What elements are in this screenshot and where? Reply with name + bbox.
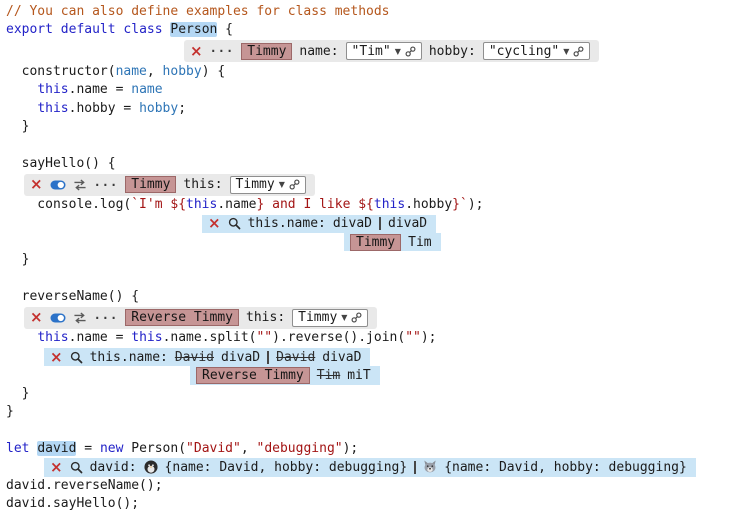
more-options-icon[interactable]: ··· xyxy=(94,178,119,192)
close-icon[interactable]: × xyxy=(30,177,43,192)
value-label: david: xyxy=(90,460,137,475)
code-line: let david = new Person("David", "debuggi… xyxy=(6,440,749,458)
code-line xyxy=(6,421,749,439)
example-widget-sayhello: × ··· Timmy this: Timmy ▼ xyxy=(24,174,315,196)
code-line: reverseName() { xyxy=(6,288,749,306)
old-value: David xyxy=(276,350,315,365)
swap-arrows-icon[interactable] xyxy=(73,312,87,324)
code-line: sayHello() { xyxy=(6,155,749,173)
more-options-icon[interactable]: ··· xyxy=(210,44,235,58)
example-value: Tim xyxy=(408,235,431,250)
swap-arrows-icon[interactable] xyxy=(73,179,87,191)
dropdown-value: "Tim" xyxy=(352,44,391,59)
hobby-value-dropdown[interactable]: "cycling" ▼ xyxy=(483,42,591,60)
code-line: constructor(name, hobby) { xyxy=(6,63,749,81)
close-icon[interactable]: × xyxy=(190,44,203,59)
code-line: this.name = this.name.split("").reverse(… xyxy=(6,329,749,347)
close-icon[interactable]: × xyxy=(50,460,63,475)
close-icon[interactable]: × xyxy=(50,350,63,365)
example-chip[interactable]: Timmy xyxy=(350,234,401,251)
chevron-down-icon: ▼ xyxy=(563,47,569,56)
inline-result-david: × david: {name: David, hobby: debugging}… xyxy=(44,458,696,476)
more-options-icon[interactable]: ··· xyxy=(94,311,119,325)
value-label: this.name: xyxy=(90,350,168,365)
example-value: TimmiT xyxy=(317,368,371,383)
code-line: } xyxy=(6,251,749,269)
value-divider xyxy=(414,461,416,474)
code-line: david.reverseName(); xyxy=(6,477,749,495)
name-value-dropdown[interactable]: "Tim" ▼ xyxy=(346,42,422,60)
link-icon[interactable] xyxy=(573,46,584,57)
example-chip[interactable]: Reverse Timmy xyxy=(125,309,239,326)
dropdown-value: Timmy xyxy=(236,177,275,192)
value-divider xyxy=(267,351,269,364)
code-line xyxy=(6,136,749,154)
close-icon[interactable]: × xyxy=(208,216,221,231)
code-line: david.sayHello(); xyxy=(6,495,749,513)
old-value: David xyxy=(175,350,214,365)
example-chip[interactable]: Timmy xyxy=(241,43,292,60)
this-label: this: xyxy=(183,177,222,192)
value-right: divaD xyxy=(388,216,427,231)
this-value-dropdown[interactable]: Timmy ▼ xyxy=(292,309,368,327)
dropdown-value: Timmy xyxy=(298,310,337,325)
wolf-icon xyxy=(423,460,437,474)
value-left: {name: David, hobby: debugging} xyxy=(165,460,408,475)
code-line: } xyxy=(6,385,749,403)
toggle-icon[interactable] xyxy=(50,180,66,190)
example-widget-reversename: × ··· Reverse Timmy this: Timmy ▼ xyxy=(24,307,377,329)
chevron-down-icon: ▼ xyxy=(279,180,285,189)
code-line: // You can also define examples for clas… xyxy=(6,3,749,21)
code-line: } xyxy=(6,118,749,136)
chevron-down-icon: ▼ xyxy=(395,47,401,56)
value-right: {name: David, hobby: debugging} xyxy=(444,460,687,475)
example-chip[interactable]: Timmy xyxy=(125,176,176,193)
code-line xyxy=(6,270,749,288)
toggle-icon[interactable] xyxy=(50,313,66,323)
value-divider xyxy=(379,217,381,230)
code-line: console.log(`I'm ${this.name} and I like… xyxy=(6,196,749,214)
code-line: this.name = name xyxy=(6,81,749,99)
magnifier-icon[interactable] xyxy=(70,461,83,474)
link-icon[interactable] xyxy=(405,46,416,57)
close-icon[interactable]: × xyxy=(30,310,43,325)
value-left: divaD xyxy=(333,216,372,231)
code-editor[interactable]: // You can also define examples for clas… xyxy=(0,0,749,513)
new-value: divaD xyxy=(221,350,260,365)
this-label: this: xyxy=(246,310,285,325)
code-line: this.hobby = hobby; xyxy=(6,100,749,118)
magnifier-icon[interactable] xyxy=(70,351,83,364)
value-right: David divaD xyxy=(276,350,361,365)
penguin-icon xyxy=(144,460,158,474)
value-label: this.name: xyxy=(248,216,326,231)
link-icon[interactable] xyxy=(351,312,362,323)
magnifier-icon[interactable] xyxy=(228,217,241,230)
value-left: David divaD xyxy=(175,350,260,365)
inline-result-reversename-example: Reverse Timmy TimmiT xyxy=(190,366,380,384)
example-chip[interactable]: Reverse Timmy xyxy=(196,367,310,384)
dropdown-value: "cycling" xyxy=(489,44,559,59)
hobby-param-label: hobby: xyxy=(429,44,476,59)
old-value: Tim xyxy=(317,368,340,383)
code-line: } xyxy=(6,403,749,421)
name-param-label: name: xyxy=(299,44,338,59)
inline-result-sayhello-example: Timmy Tim xyxy=(344,233,441,251)
this-value-dropdown[interactable]: Timmy ▼ xyxy=(230,176,306,194)
code-line: export default class Person { xyxy=(6,21,749,39)
example-widget-class: × ··· Timmy name: "Tim" ▼ hobby: "cyclin… xyxy=(184,40,599,62)
new-value: divaD xyxy=(322,350,361,365)
link-icon[interactable] xyxy=(289,179,300,190)
inline-result-reversename: × this.name: David divaD David divaD xyxy=(44,348,370,366)
new-value: miT xyxy=(347,368,370,383)
chevron-down-icon: ▼ xyxy=(341,313,347,322)
inline-result-sayhello: × this.name: divaD divaD xyxy=(202,215,436,233)
